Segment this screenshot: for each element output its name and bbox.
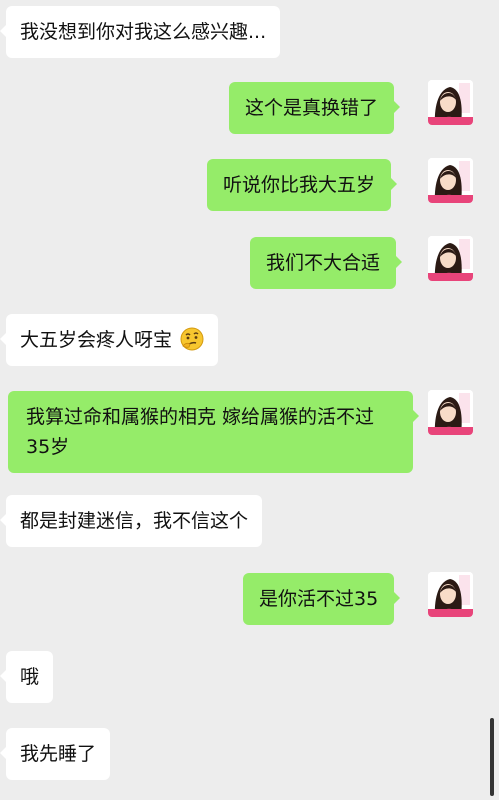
message-bubble-incoming[interactable]: 我先睡了 <box>0 728 111 780</box>
message-text: 哦 <box>20 666 40 688</box>
message-bubble-incoming[interactable]: 哦 <box>0 651 54 703</box>
avatar[interactable] <box>428 572 473 617</box>
avatar[interactable] <box>428 80 473 125</box>
message-bubble-outgoing[interactable]: 我算过命和属猴的相克 嫁给属猴的活不过35岁 <box>8 391 419 473</box>
message-text: 是你活不过35 <box>259 588 379 610</box>
anime-girl-avatar-icon <box>428 236 473 281</box>
avatar[interactable] <box>428 158 473 203</box>
avatar[interactable] <box>428 236 473 281</box>
anime-girl-avatar-icon <box>428 390 473 435</box>
message-bubble-outgoing[interactable]: 听说你比我大五岁 <box>207 159 398 211</box>
message-bubble-outgoing[interactable]: 这个是真换错了 <box>229 82 401 134</box>
message-text: 我算过命和属猴的相克 嫁给属猴的活不过35岁 <box>26 406 375 458</box>
anime-girl-avatar-icon <box>428 80 473 125</box>
message-bubble-outgoing[interactable]: 我们不大合适 <box>250 237 403 289</box>
avatar[interactable] <box>428 390 473 435</box>
anime-girl-avatar-icon <box>428 158 473 203</box>
message-text: 我们不大合适 <box>266 252 381 274</box>
message-bubble-incoming[interactable]: 都是封建迷信，我不信这个 <box>0 495 263 547</box>
chat-area[interactable]: 我没想到你对我这么感兴趣... 这个是真换错了 听说你比我大五岁 我们不大合适 … <box>0 0 499 800</box>
message-text: 我没想到你对我这么感兴趣... <box>20 21 267 43</box>
message-bubble-outgoing[interactable]: 是你活不过35 <box>243 573 401 625</box>
scrollbar[interactable] <box>490 718 494 796</box>
message-text: 都是封建迷信，我不信这个 <box>20 510 249 532</box>
message-bubble-incoming[interactable]: 大五岁会疼人呀宝 <box>0 314 219 366</box>
message-bubble-incoming[interactable]: 我没想到你对我这么感兴趣... <box>0 6 281 58</box>
message-text: 听说你比我大五岁 <box>223 174 376 196</box>
anime-girl-avatar-icon <box>428 572 473 617</box>
thinking-face-icon <box>180 327 204 351</box>
message-text: 大五岁会疼人呀宝 <box>20 329 173 351</box>
message-text: 这个是真换错了 <box>245 97 379 119</box>
message-text: 我先睡了 <box>20 743 97 765</box>
